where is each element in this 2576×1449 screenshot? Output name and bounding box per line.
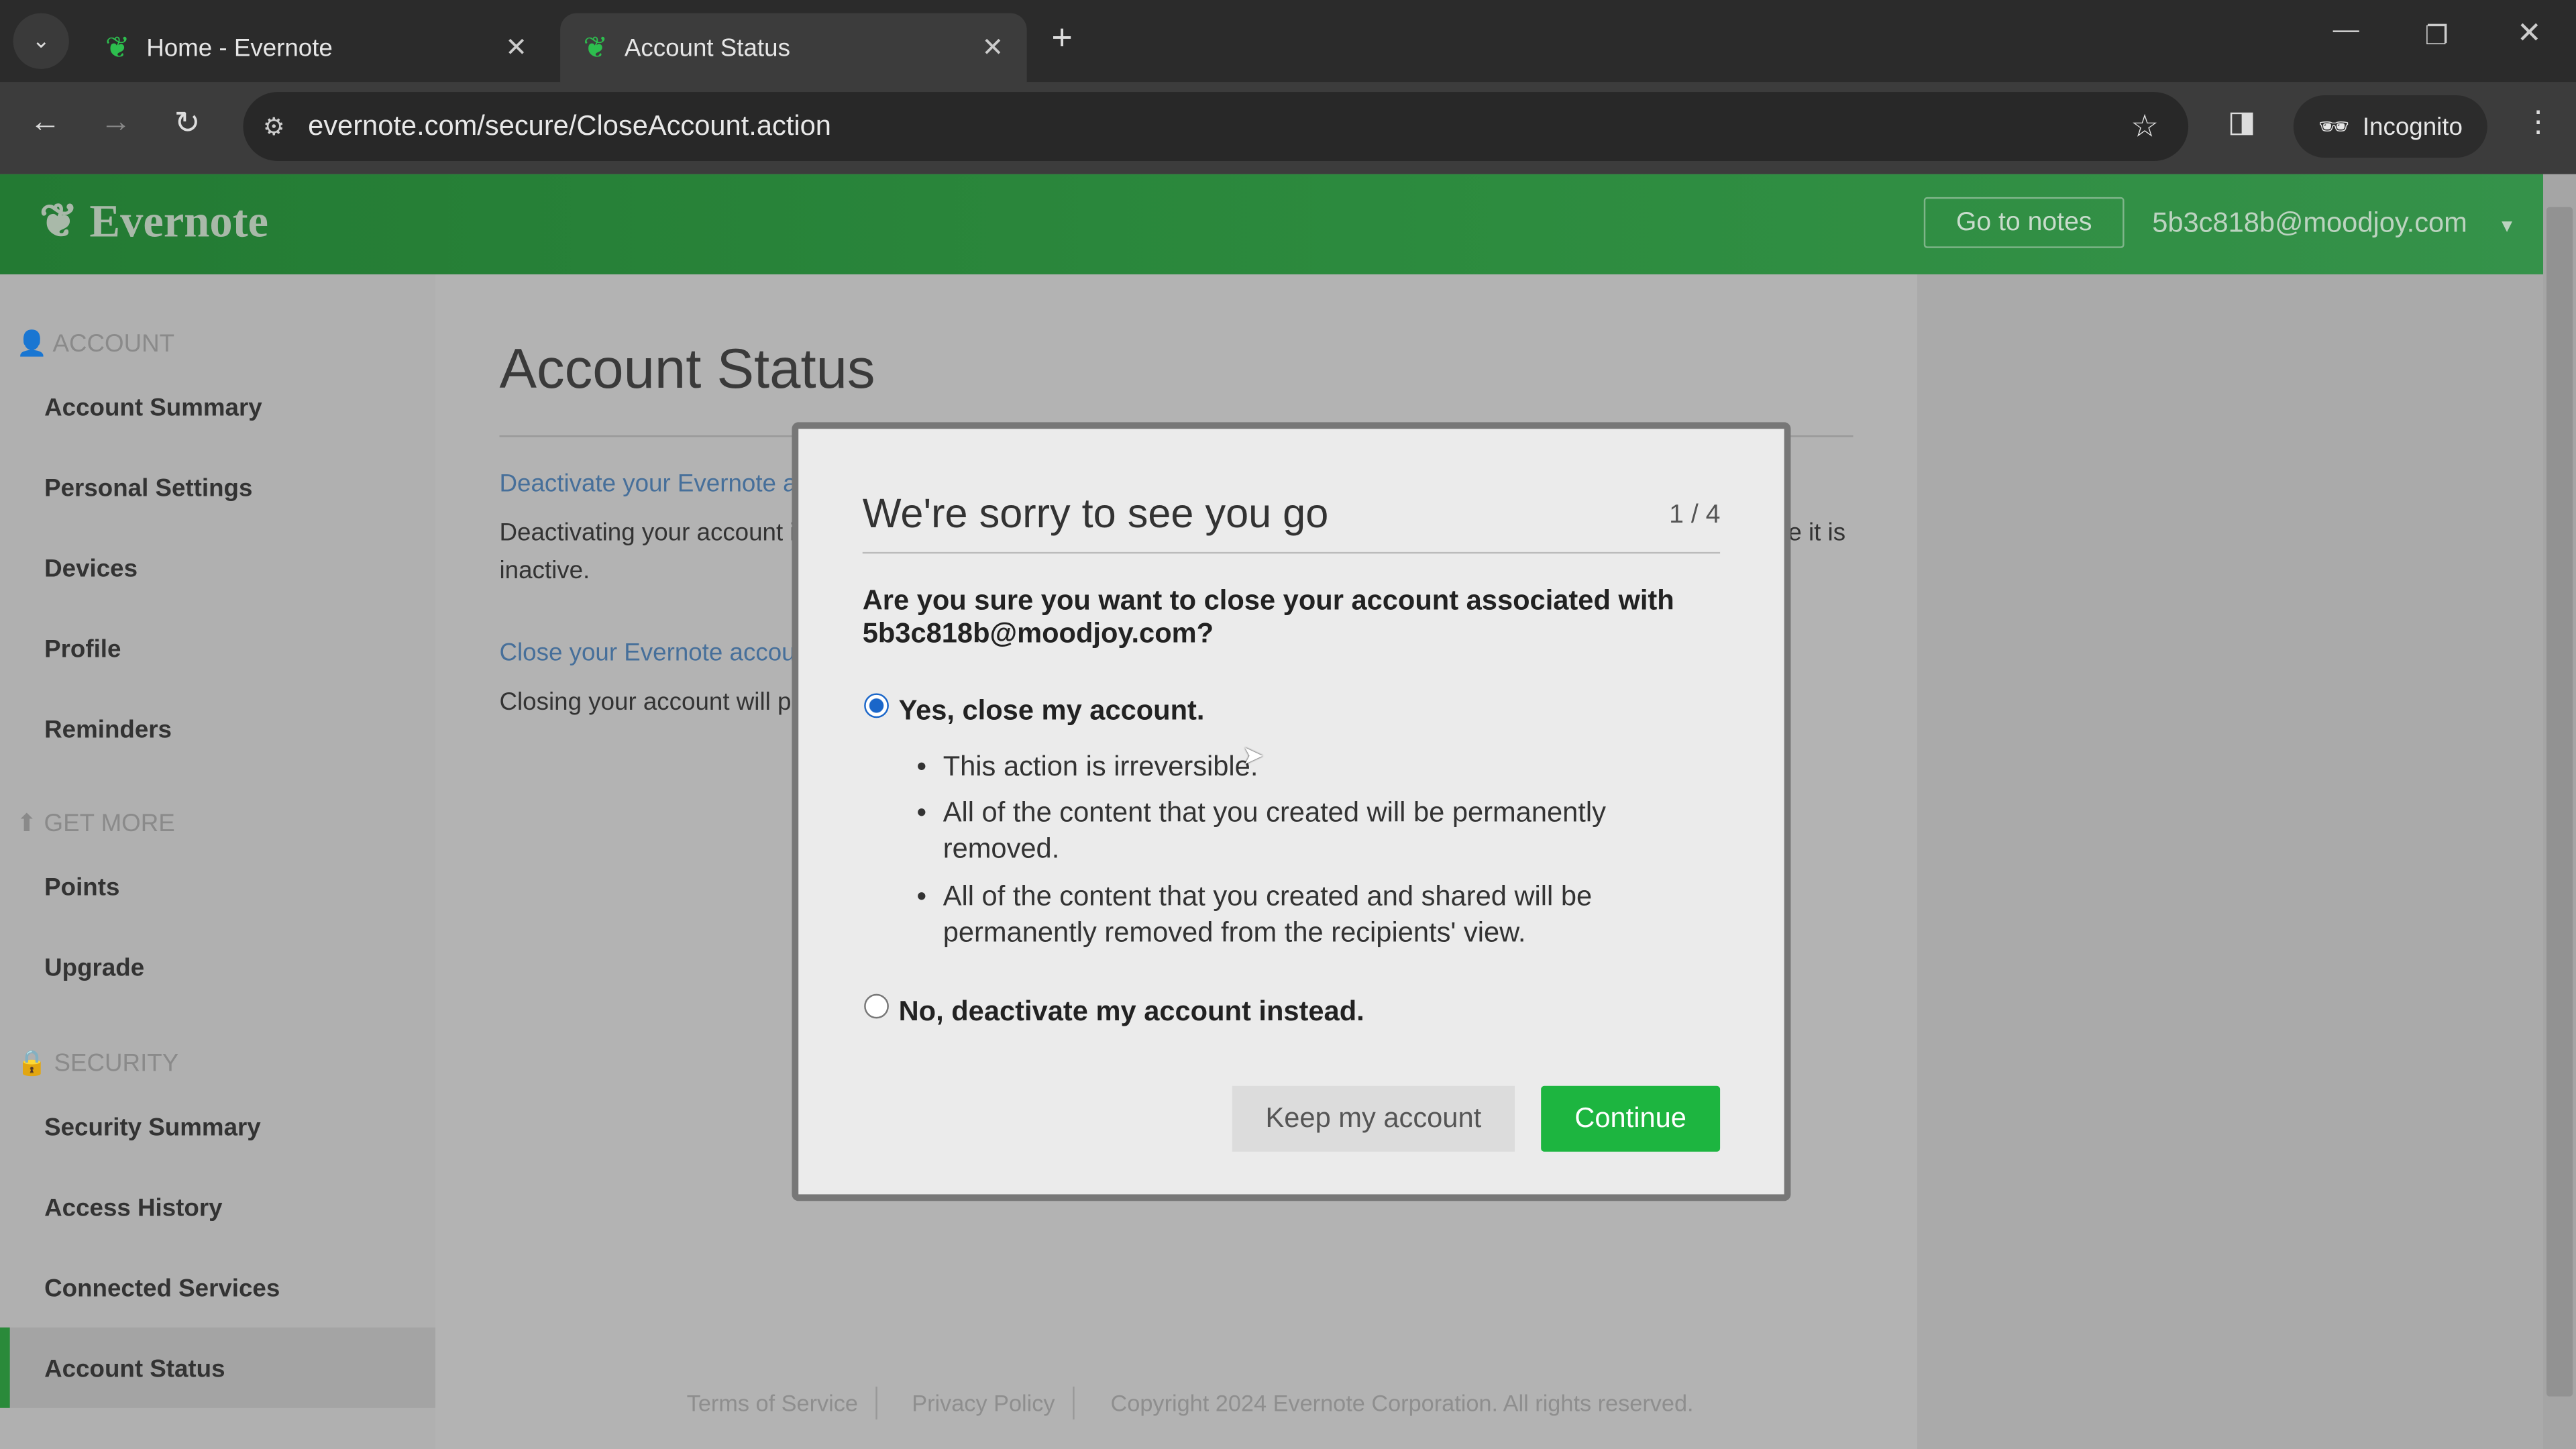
back-button[interactable]: ← — [30, 105, 61, 142]
bullet-item: This action is irreversible. — [917, 749, 1650, 786]
mouse-cursor-icon: ➤ — [1242, 742, 1265, 771]
tab-title: Home - Evernote — [146, 34, 333, 62]
restore-button[interactable]: ❐ — [2425, 19, 2449, 52]
deactivate-link[interactable]: Deactivate your Evernote ac — [499, 470, 808, 498]
minimize-button[interactable]: — — [2333, 16, 2359, 46]
site-settings-icon[interactable]: ⚙ — [263, 112, 285, 142]
sidebar-section-security: 🔒 SECURITY — [16, 1049, 179, 1078]
sidebar-item-account-summary[interactable]: Account Summary — [44, 394, 262, 423]
bookmark-star-icon[interactable]: ☆ — [2131, 107, 2159, 145]
sidebar-item-access-history[interactable]: Access History — [44, 1194, 222, 1222]
footer-divider — [1073, 1386, 1075, 1419]
copyright: Copyright 2024 Evernote Corporation. All… — [1110, 1389, 1694, 1417]
chevron-down-icon: ▼ — [2498, 217, 2516, 237]
sidebar-item-account-status[interactable]: Account Status — [44, 1355, 225, 1383]
radio-no[interactable] — [864, 994, 889, 1019]
right-panel — [1917, 274, 2544, 1449]
page-title: Account Status — [499, 338, 875, 401]
sidebar — [0, 274, 435, 1449]
bullet-item: All of the content that you created will… — [917, 795, 1650, 867]
dialog-divider — [862, 551, 1721, 554]
bullet-item: All of the content that you created and … — [917, 879, 1650, 951]
address-bar[interactable]: ⚙ evernote.com/secure/CloseAccount.action… — [243, 92, 2189, 162]
tab-search-button[interactable]: ⌄ — [13, 13, 69, 69]
radio-yes[interactable] — [864, 693, 889, 718]
dialog-title: We're sorry to see you go — [862, 491, 1329, 537]
deactivate-text-2: inactive. — [499, 557, 590, 585]
dialog-question: Are you sure you want to close your acco… — [862, 584, 1674, 649]
section-title: ACCOUNT — [52, 330, 175, 358]
section-title: SECURITY — [54, 1049, 179, 1078]
close-tab-icon[interactable]: ✕ — [505, 32, 527, 64]
go-to-notes-button[interactable]: Go to notes — [1923, 197, 2125, 248]
elephant-icon: ❦ — [39, 197, 78, 248]
url-text: evernote.com/secure/CloseAccount.action — [308, 110, 831, 142]
close-tab-icon[interactable]: ✕ — [982, 32, 1004, 64]
deactivate-text-right: le it is — [1782, 519, 1846, 547]
sidebar-item-profile[interactable]: Profile — [44, 636, 121, 664]
incognito-icon: 🕶 — [2318, 113, 2350, 142]
footer-divider — [875, 1386, 877, 1419]
keep-account-button[interactable]: Keep my account — [1232, 1085, 1515, 1152]
user-menu[interactable]: 5b3c818b@moodjoy.com ▼ — [2152, 207, 2516, 240]
close-account-link[interactable]: Close your Evernote accoun — [499, 639, 808, 667]
scrollbar[interactable] — [2543, 174, 2576, 1449]
sidebar-item-upgrade[interactable]: Upgrade — [44, 955, 144, 983]
deactivate-text: Deactivating your account is — [499, 519, 808, 547]
logo-text: Evernote — [89, 197, 268, 248]
tab-title: Account Status — [624, 34, 790, 62]
sidebar-item-security-summary[interactable]: Security Summary — [44, 1114, 261, 1142]
incognito-label: Incognito — [2362, 112, 2463, 141]
incognito-indicator[interactable]: 🕶 Incognito — [2293, 95, 2487, 158]
user-email: 5b3c818b@moodjoy.com — [2152, 207, 2467, 239]
sidebar-item-points[interactable]: Points — [44, 874, 119, 902]
scrollbar-thumb[interactable] — [2546, 207, 2573, 1397]
close-account-text: Closing your account will pe — [499, 688, 805, 716]
evernote-logo[interactable]: ❦ Evernote — [40, 194, 268, 250]
sidebar-item-devices[interactable]: Devices — [44, 555, 138, 584]
tab-account-status[interactable]: ❦ Account Status ✕ — [560, 13, 1027, 83]
continue-button[interactable]: Continue — [1541, 1085, 1721, 1152]
sidebar-item-connected-services[interactable]: Connected Services — [44, 1275, 280, 1303]
step-indicator: 1 / 4 — [1669, 500, 1721, 529]
new-tab-button[interactable]: + — [1051, 16, 1072, 59]
option-no-label[interactable]: No, deactivate my account instead. — [899, 996, 1364, 1028]
section-title: GET MORE — [44, 810, 175, 838]
reload-button[interactable]: ↻ — [174, 105, 201, 143]
menu-kebab-icon[interactable]: ⋮ — [2524, 105, 2553, 140]
side-panel-icon[interactable]: ◨ — [2228, 105, 2256, 140]
privacy-link[interactable]: Privacy Policy — [912, 1390, 1055, 1416]
sidebar-item-personal-settings[interactable]: Personal Settings — [44, 475, 252, 503]
close-window-button[interactable]: ✕ — [2517, 16, 2542, 50]
sidebar-section-get-more: ⬆ GET MORE — [16, 810, 175, 838]
evernote-favicon-icon: ❦ — [583, 30, 608, 64]
evernote-favicon-icon: ❦ — [105, 30, 130, 64]
option-yes-label[interactable]: Yes, close my account. — [899, 695, 1205, 728]
forward-button[interactable]: → — [100, 105, 131, 142]
terms-link[interactable]: Terms of Service — [687, 1390, 858, 1416]
sidebar-section-account: 👤 ACCOUNT — [16, 330, 175, 358]
sidebar-item-reminders[interactable]: Reminders — [44, 716, 172, 745]
tab-home[interactable]: ❦ Home - Evernote ✕ — [82, 13, 550, 83]
